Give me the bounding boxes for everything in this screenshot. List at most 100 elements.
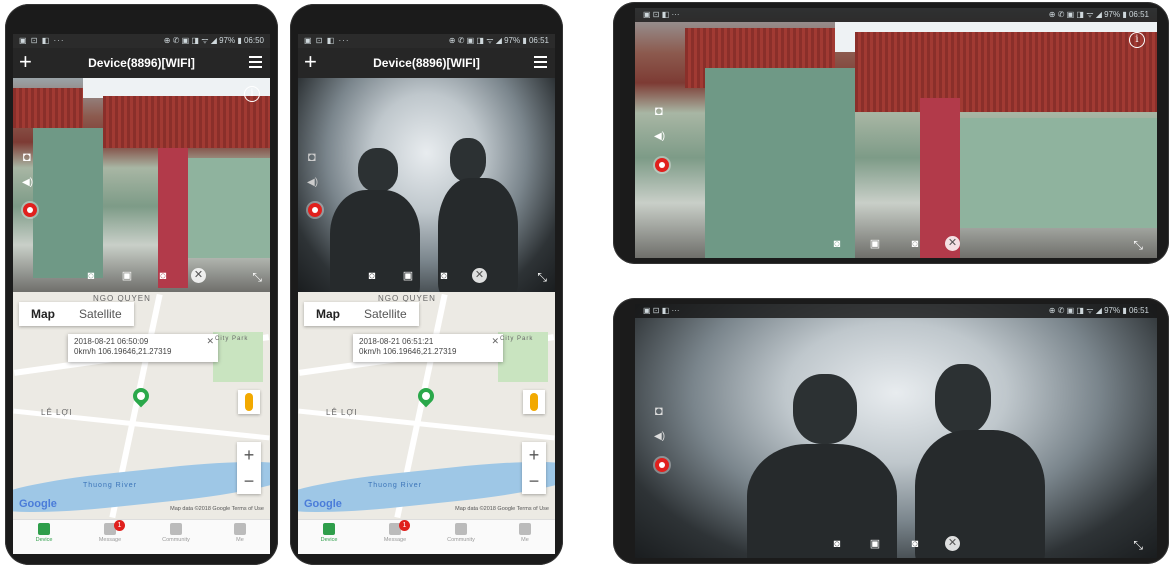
status-bar: ▣ ⊡ ◧ ··· ⊕ ✆ ▣ ◨ ᯤ ◢ 97% ▮ 06:51 xyxy=(298,34,555,48)
info-icon[interactable]: i xyxy=(244,86,260,102)
list-menu-icon[interactable] xyxy=(249,56,262,71)
map-type-tabs: Map Satellite xyxy=(304,302,419,326)
nav-me[interactable]: Me xyxy=(215,523,265,543)
person-icon xyxy=(234,523,246,535)
tab-map[interactable]: Map xyxy=(304,302,352,326)
photo-icon[interactable]: ◙ xyxy=(907,538,923,550)
map-label-river: Thuong River xyxy=(83,482,138,489)
volume-icon[interactable]: ◀) xyxy=(307,176,318,189)
live-video-street-landscape[interactable]: ▣ ⊡ ◧ ··· ⊕ ✆ ▣ ◨ ᯤ ◢ 97% ▮ 06:51 i ◘ ◀)… xyxy=(635,8,1157,258)
photo-icon[interactable]: ◙ xyxy=(436,270,452,282)
list-menu-icon[interactable] xyxy=(534,56,547,71)
status-icons-right: ⊕ ✆ ▣ ◨ ᯤ ◢ 97% ▮ 06:50 xyxy=(163,36,264,45)
snapshot-icon[interactable]: ◙ xyxy=(83,270,99,282)
status-icons-right: ⊕ ✆ ▣ ◨ ᯤ ◢ 97% ▮ 06:51 xyxy=(1048,306,1149,315)
status-icons-left: ▣ ⊡ ◧ ··· xyxy=(643,306,680,315)
photo-icon[interactable]: ◙ xyxy=(155,270,171,282)
street-view-pegman[interactable] xyxy=(523,390,545,414)
app-bar: + Device(8896)[WIFI] xyxy=(298,48,555,78)
zoom-controls: + − xyxy=(522,442,546,494)
phone-landscape-2: ▣ ⊡ ◧ ··· ⊕ ✆ ▣ ◨ ᯤ ◢ 97% ▮ 06:51 ◘ ◀) ◙… xyxy=(613,298,1169,564)
map-label-district: LÊ LỢI xyxy=(41,408,73,417)
status-bar: ▣ ⊡ ◧ ··· ⊕ ✆ ▣ ◨ ᯤ ◢ 97% ▮ 06:50 xyxy=(13,34,270,48)
nav-message[interactable]: 1 Message xyxy=(85,520,135,543)
message-badge: 1 xyxy=(114,520,125,531)
zoom-out-button[interactable]: − xyxy=(522,468,546,494)
info-speed-coords: 0km/h 106.19646,21.27319 xyxy=(359,347,457,356)
live-video-cabin[interactable]: ◘ ◀) ◙ ▣ ◙ ✕ ⤡ xyxy=(298,78,555,292)
home-icon xyxy=(323,523,335,535)
device-title: Device(8896)[WIFI] xyxy=(88,56,195,70)
google-logo: Google xyxy=(304,498,342,510)
location-info-window: 2018-08-21 06:50:09 0km/h 106.19646,21.2… xyxy=(68,334,218,362)
status-icons-left: ▣ ⊡ ◧ ··· xyxy=(643,10,680,19)
phone-screen: ▣ ⊡ ◧ ··· ⊕ ✆ ▣ ◨ ᯤ ◢ 97% ▮ 06:50 + Devi… xyxy=(13,34,270,554)
zoom-in-button[interactable]: + xyxy=(522,442,546,468)
tab-map[interactable]: Map xyxy=(19,302,67,326)
live-video-street[interactable]: i ◘ ◀) ◙ ▣ ◙ ✕ ⤡ xyxy=(13,78,270,292)
camera-switch-icon[interactable]: ◘ xyxy=(308,150,316,163)
record-button[interactable] xyxy=(655,158,669,172)
nav-message[interactable]: 1 Message xyxy=(370,520,420,543)
nav-device[interactable]: Device xyxy=(304,523,354,543)
map-label-river: Thuong River xyxy=(368,482,423,489)
zoom-out-button[interactable]: − xyxy=(237,468,261,494)
video-record-icon[interactable]: ▣ xyxy=(867,538,883,550)
info-speed-coords: 0km/h 106.19646,21.27319 xyxy=(74,347,172,356)
info-icon[interactable]: i xyxy=(1129,32,1145,48)
location-info-window: 2018-08-21 06:51:21 0km/h 106.19646,21.2… xyxy=(353,334,503,362)
snapshot-icon[interactable]: ◙ xyxy=(364,270,380,282)
snapshot-icon[interactable]: ◙ xyxy=(829,238,845,250)
status-icons-right: ⊕ ✆ ▣ ◨ ᯤ ◢ 97% ▮ 06:51 xyxy=(448,36,549,45)
zoom-in-button[interactable]: + xyxy=(237,442,261,468)
map-type-tabs: Map Satellite xyxy=(19,302,134,326)
map-attribution: Map data ©2018 Google Terms of Use xyxy=(455,506,549,512)
volume-icon[interactable]: ◀) xyxy=(22,176,33,189)
info-timestamp: 2018-08-21 06:51:21 xyxy=(359,337,434,346)
close-video-button[interactable]: ✕ xyxy=(191,268,206,283)
fullscreen-icon[interactable]: ⤡ xyxy=(252,270,262,285)
record-button[interactable] xyxy=(655,458,669,472)
video-record-icon[interactable]: ▣ xyxy=(400,270,416,282)
video-record-icon[interactable]: ▣ xyxy=(119,270,135,282)
snapshot-icon[interactable]: ◙ xyxy=(829,538,845,550)
close-icon[interactable]: ✕ xyxy=(491,336,499,346)
status-icons-left: ▣ ⊡ ◧ ··· xyxy=(304,36,350,45)
close-icon[interactable]: ✕ xyxy=(206,336,214,346)
camera-switch-icon[interactable]: ◘ xyxy=(23,150,31,163)
status-bar: ▣ ⊡ ◧ ··· ⊕ ✆ ▣ ◨ ᯤ ◢ 97% ▮ 06:51 xyxy=(635,8,1157,22)
video-record-icon[interactable]: ▣ xyxy=(867,238,883,250)
camera-switch-icon[interactable]: ◘ xyxy=(655,404,663,417)
community-icon xyxy=(170,523,182,535)
map-view[interactable]: NGO QUYEN Map Satellite 2018-08-21 06:51:… xyxy=(298,292,555,520)
record-button[interactable] xyxy=(308,203,322,217)
close-video-button[interactable]: ✕ xyxy=(945,536,960,551)
street-view-pegman[interactable] xyxy=(238,390,260,414)
map-view[interactable]: NGO QUYEN Map Satellite 2018-08-21 06:50:… xyxy=(13,292,270,520)
phone-landscape-1: ▣ ⊡ ◧ ··· ⊕ ✆ ▣ ◨ ᯤ ◢ 97% ▮ 06:51 i ◘ ◀)… xyxy=(613,2,1169,264)
record-button[interactable] xyxy=(23,203,37,217)
nav-device[interactable]: Device xyxy=(19,523,69,543)
close-video-button[interactable]: ✕ xyxy=(945,236,960,251)
exit-fullscreen-icon[interactable]: ⤡ xyxy=(1133,538,1143,553)
tab-satellite[interactable]: Satellite xyxy=(352,302,419,326)
zoom-controls: + − xyxy=(237,442,261,494)
nav-community[interactable]: Community xyxy=(151,523,201,543)
nav-community[interactable]: Community xyxy=(436,523,486,543)
person-icon xyxy=(519,523,531,535)
fullscreen-icon[interactable]: ⤡ xyxy=(537,270,547,285)
tab-satellite[interactable]: Satellite xyxy=(67,302,134,326)
community-icon xyxy=(455,523,467,535)
volume-icon[interactable]: ◀) xyxy=(654,130,665,143)
map-label-park: City Park xyxy=(215,336,249,342)
device-title: Device(8896)[WIFI] xyxy=(373,56,480,70)
nav-me[interactable]: Me xyxy=(500,523,550,543)
exit-fullscreen-icon[interactable]: ⤡ xyxy=(1133,238,1143,253)
close-video-button[interactable]: ✕ xyxy=(472,268,487,283)
map-attribution: Map data ©2018 Google Terms of Use xyxy=(170,506,264,512)
message-badge: 1 xyxy=(399,520,410,531)
photo-icon[interactable]: ◙ xyxy=(907,238,923,250)
live-video-cabin-landscape[interactable]: ▣ ⊡ ◧ ··· ⊕ ✆ ▣ ◨ ᯤ ◢ 97% ▮ 06:51 ◘ ◀) ◙… xyxy=(635,304,1157,558)
volume-icon[interactable]: ◀) xyxy=(654,430,665,443)
camera-switch-icon[interactable]: ◘ xyxy=(655,104,663,117)
